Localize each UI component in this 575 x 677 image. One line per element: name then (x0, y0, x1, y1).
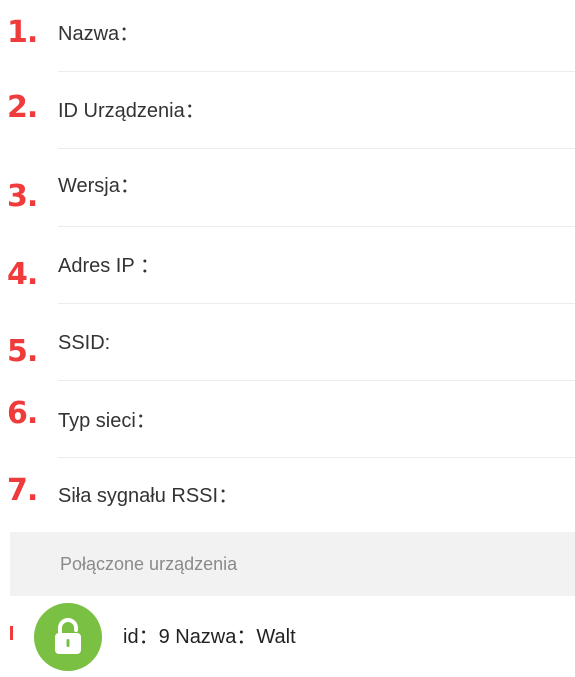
connected-devices-header: Połączone urządzenia (10, 532, 575, 596)
lock-icon (34, 603, 102, 671)
field-label-ip-address: Adres IP ： (58, 255, 160, 277)
field-label-rssi: Siła sygnału RSSI： (58, 485, 239, 507)
divider (58, 71, 575, 72)
divider (58, 303, 575, 304)
row-marker (10, 626, 13, 640)
connected-devices-title: Połączone urządzenia (60, 554, 238, 574)
device-id-name: id：9 Nazwa：Walt (123, 626, 296, 648)
field-label-device-id: ID Urządzenia： (58, 100, 205, 122)
field-number: 6. (7, 396, 38, 431)
divider (58, 457, 575, 458)
divider (58, 380, 575, 381)
field-number: 3. (7, 179, 38, 214)
field-number: 1. (7, 15, 38, 50)
divider (58, 226, 575, 227)
field-number: 2. (7, 90, 38, 125)
field-label-name: Nazwa： (58, 23, 140, 45)
divider (58, 148, 575, 149)
field-label-version: Wersja： (58, 175, 140, 197)
field-number: 5. (7, 334, 38, 369)
field-label-network-type: Typ sieci： (58, 410, 156, 432)
field-number: 4. (7, 257, 38, 292)
connected-device-item[interactable]: id：9 Nazwa：Walt (10, 596, 575, 677)
field-number: 7. (7, 473, 38, 508)
field-label-ssid: SSID: (58, 332, 111, 354)
device-info-page: 1. Nazwa： 2. ID Urządzenia： 3. Wersja： 4… (0, 0, 575, 677)
lock-icon-glyph (55, 618, 81, 654)
